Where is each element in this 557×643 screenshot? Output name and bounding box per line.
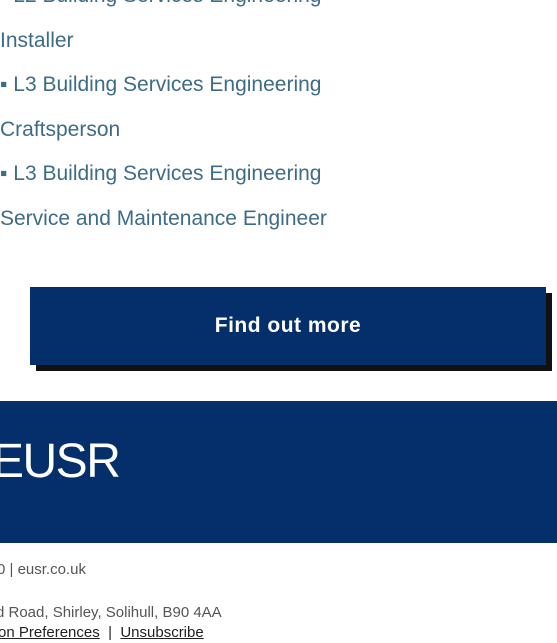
footer-contact: 0 | eusr.co.uk: [0, 561, 86, 578]
cta-container: Find out more: [30, 287, 552, 371]
brand-banner: EUSR: [0, 401, 557, 543]
qualification-list: ▪ L2 Building Services Engineering Insta…: [0, 0, 520, 241]
qualification-line: Craftsperson: [0, 117, 121, 141]
qualification-line: Installer: [0, 28, 74, 52]
qualification-line: ▪ L3 Building Services Engineering: [0, 162, 322, 185]
footer-links: on Preferences | Unsubscribe: [0, 624, 204, 641]
find-out-more-button[interactable]: Find out more: [30, 287, 546, 365]
eusr-logo: EUSR: [0, 435, 121, 488]
qualification-line: ▪ L3 Building Services Engineering: [0, 73, 322, 96]
qualification-line: ▪ L2 Building Services Engineering: [0, 0, 520, 19]
footer-address: d Road, Shirley, Solihull, B90 4AA: [0, 604, 222, 621]
email-page: ▪ L2 Building Services Engineering Insta…: [0, 0, 557, 643]
footer-link-separator: |: [108, 624, 112, 641]
communication-preferences-link[interactable]: on Preferences: [0, 624, 100, 641]
unsubscribe-link[interactable]: Unsubscribe: [120, 624, 203, 641]
qualification-line: Service and Maintenance Engineer: [0, 206, 327, 230]
